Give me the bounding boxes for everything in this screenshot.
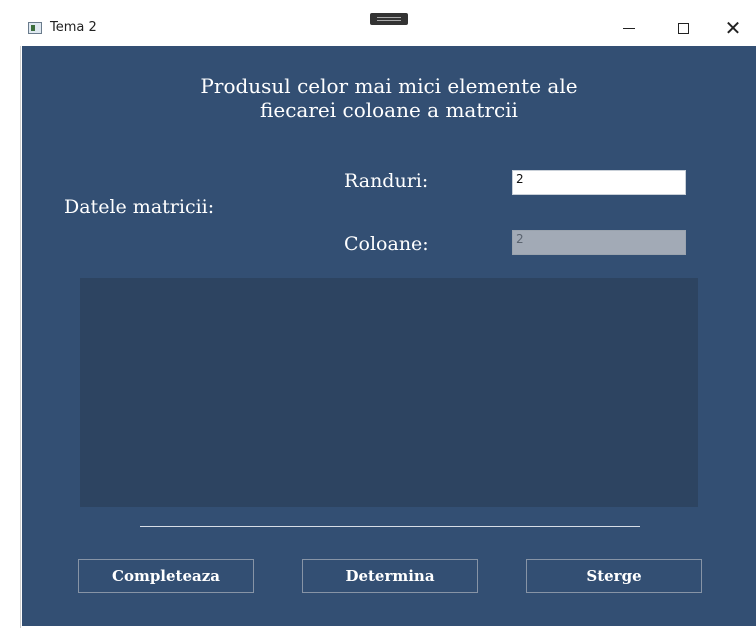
window-title: Tema 2 <box>50 20 97 35</box>
app-window-icon <box>28 22 42 34</box>
columns-label: Coloane: <box>344 233 429 255</box>
title-bar[interactable]: Tema 2 ✕ <box>20 10 756 46</box>
close-icon: ✕ <box>724 16 742 40</box>
columns-input <box>512 230 686 255</box>
rows-label: Randuri: <box>344 170 429 192</box>
page-title-line2: fiecarei coloane a matrcii <box>260 98 518 122</box>
minimize-button[interactable] <box>606 10 652 46</box>
rows-input[interactable] <box>512 170 686 195</box>
page-title: Produsul celor mai mici elemente ale fie… <box>22 74 756 122</box>
divider <box>140 526 640 527</box>
determine-button[interactable]: Determina <box>302 559 478 593</box>
app-window: Tema 2 ✕ Produsul celor mai mici element… <box>20 10 756 628</box>
minimize-icon <box>623 27 635 29</box>
matrix-data-label: Datele matricii: <box>64 196 215 218</box>
fill-button[interactable]: Completeaza <box>78 559 254 593</box>
matrix-panel <box>80 278 698 507</box>
maximize-button[interactable] <box>660 10 706 46</box>
maximize-icon <box>677 22 689 34</box>
drag-grip-icon[interactable] <box>370 13 408 25</box>
clear-button[interactable]: Sterge <box>526 559 702 593</box>
desktop-edge <box>0 8 20 628</box>
page-title-line1: Produsul celor mai mici elemente ale <box>200 74 578 98</box>
close-button[interactable]: ✕ <box>710 10 756 46</box>
client-area: Produsul celor mai mici elemente ale fie… <box>22 46 756 626</box>
